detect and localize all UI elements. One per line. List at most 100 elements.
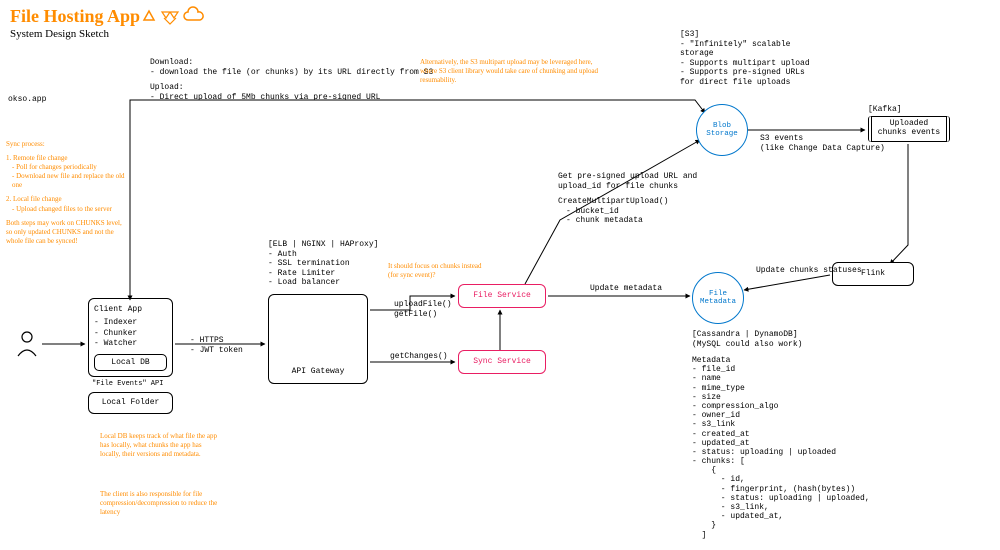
app-title: File Hosting App — [10, 6, 140, 27]
sync-process-note: Sync process: 1. Remote file change - Po… — [6, 140, 126, 246]
meta-1: - name — [692, 374, 870, 383]
api-gateway-ssl: - SSL termination — [268, 259, 378, 269]
edge-presigned-2: upload_id for file chunks — [558, 182, 697, 192]
meta-15: - s3_link, — [692, 503, 870, 512]
api-gateway-tech: [ELB | NGINX | HAProxy] — [268, 240, 378, 250]
edge-s3-events-1: S3 events — [760, 134, 885, 144]
edge-multipart-meta: - chunk metadata — [558, 216, 697, 226]
download-label: Download: — [150, 58, 433, 68]
dropbox-icon — [162, 12, 178, 24]
metadata-title: Metadata — [692, 356, 870, 365]
client-app-title: Client App — [94, 305, 167, 315]
meta-2: - mime_type — [692, 384, 870, 393]
edge-https-jwt: - HTTPS - JWT token — [190, 336, 243, 355]
edge-uploadfile: uploadFile() — [394, 300, 452, 310]
kafka-box: Uploaded chunks events — [868, 116, 950, 142]
db-tech: [Cassandra | DynamoDB] — [692, 330, 802, 340]
header-icons — [140, 6, 210, 26]
edge-getchanges: getChanges() — [390, 352, 448, 362]
sync-2a: - Upload changed files to the server — [6, 205, 126, 214]
meta-11: { — [692, 466, 870, 475]
s3-2: - Supports multipart upload — [680, 59, 820, 69]
blob-storage-node: Blob Storage — [696, 104, 748, 156]
edge-multipart-bucket: - bucket_id — [558, 207, 697, 217]
file-metadata-node: File Metadata — [692, 272, 744, 324]
sync-title: Sync process: — [6, 140, 126, 149]
s3-3: - Supports pre-signed URLs for direct fi… — [680, 68, 820, 87]
sync-1b: - Download new file and replace the old … — [6, 172, 126, 190]
meta-7: - created_at — [692, 430, 870, 439]
kafka-line-2: chunks events — [878, 128, 940, 137]
s3-header: [S3] — [680, 30, 820, 40]
user-icon — [16, 330, 38, 358]
meta-10: - chunks: [ — [692, 457, 870, 466]
meta-18: ] — [692, 531, 870, 540]
file-metadata-label: File Metadata — [693, 290, 743, 307]
api-gateway-header: [ELB | NGINX | HAProxy] - Auth - SSL ter… — [268, 240, 378, 288]
gdrive-icon — [144, 11, 154, 20]
file-service-note: It should focus on chunks instead (for s… — [388, 262, 483, 280]
local-db-box: Local DB — [94, 354, 167, 371]
local-db-note: Local DB keeps track of what file the ap… — [100, 432, 220, 459]
edge-s3-events-2: (like Change Data Capture) — [760, 144, 885, 154]
meta-8: - updated_at — [692, 439, 870, 448]
client-chunker: - Chunker — [94, 329, 167, 339]
db-header: [Cassandra | DynamoDB] (MySQL could also… — [692, 330, 802, 349]
edge-multipart-call: CreateMultipartUpload() — [558, 197, 697, 207]
local-folder-box: Local Folder — [88, 392, 173, 414]
edge-update-metadata: Update metadata — [590, 284, 662, 294]
meta-6: - s3_link — [692, 420, 870, 429]
edge-jwt: - JWT token — [190, 346, 243, 356]
sync-2-title: 2. Local file change — [6, 195, 126, 204]
edge-https: - HTTPS — [190, 336, 243, 346]
sync-footer: Both steps may work on CHUNKS level, so … — [6, 219, 126, 246]
db-sub: (MySQL could also work) — [692, 340, 802, 350]
sync-1a: - Poll for changes periodically — [6, 163, 126, 172]
meta-9: - status: uploading | uploaded — [692, 448, 870, 457]
meta-5: - owner_id — [692, 411, 870, 420]
sync-service-label: Sync Service — [473, 357, 531, 367]
download-text: - download the file (or chunks) by its U… — [150, 68, 433, 78]
edge-getfile: getFile() — [394, 310, 452, 320]
api-gateway-auth: - Auth — [268, 250, 378, 260]
edge-update-chunks: Update chunks statuses — [756, 266, 862, 276]
api-gateway-lb: - Load balancer — [268, 278, 378, 288]
meta-3: - size — [692, 393, 870, 402]
upload-text: - Direct upload of 5Mb chunks via pre-si… — [150, 93, 433, 103]
meta-16: - updated_at, — [692, 512, 870, 521]
local-folder-label: Local Folder — [102, 398, 160, 408]
sync-service-box: Sync Service — [458, 350, 546, 374]
attribution: okso.app — [8, 95, 46, 105]
blob-storage-label: Blob Storage — [697, 122, 747, 139]
api-gateway-title: API Gateway — [292, 367, 345, 377]
app-subtitle: System Design Sketch — [10, 28, 109, 40]
meta-14: - status: uploading | uploaded, — [692, 494, 870, 503]
meta-12: - id, — [692, 475, 870, 484]
file-service-box: File Service — [458, 284, 546, 308]
client-app-box: Client App - Indexer - Chunker - Watcher… — [88, 298, 173, 377]
s3-description: [S3] - "Infinitely" scalable storage - S… — [680, 30, 820, 88]
kafka-line-1: Uploaded — [890, 119, 928, 128]
edge-presigned: Get pre-signed upload URL and upload_id … — [558, 172, 697, 226]
api-gateway-box: API Gateway — [268, 294, 368, 384]
download-upload-block: Download: - download the file (or chunks… — [150, 58, 433, 102]
multipart-note: Alternatively, the S3 multipart upload m… — [420, 58, 600, 85]
edge-presigned-1: Get pre-signed upload URL and — [558, 172, 697, 182]
file-service-label: File Service — [473, 291, 531, 301]
meta-13: - fingerprint, (hash(bytes)) — [692, 485, 870, 494]
file-events-api-label: "File Events" API — [92, 380, 163, 388]
metadata-schema: Metadata - file_id - name - mime_type - … — [692, 356, 870, 540]
meta-17: } — [692, 521, 870, 530]
edge-upload-get: uploadFile() getFile() — [394, 300, 452, 319]
meta-0: - file_id — [692, 365, 870, 374]
client-watcher: - Watcher — [94, 339, 167, 349]
cloud-icon — [184, 7, 203, 20]
client-indexer: - Indexer — [94, 318, 167, 328]
client-compression-note: The client is also responsible for file … — [100, 490, 220, 517]
kafka-label: Uploaded chunks events — [878, 120, 940, 138]
meta-4: - compression_algo — [692, 402, 870, 411]
edge-s3-events: S3 events (like Change Data Capture) — [760, 134, 885, 153]
s3-1: - "Infinitely" scalable storage — [680, 40, 820, 59]
sync-1-title: 1. Remote file change — [6, 154, 126, 163]
upload-label: Upload: — [150, 83, 433, 93]
